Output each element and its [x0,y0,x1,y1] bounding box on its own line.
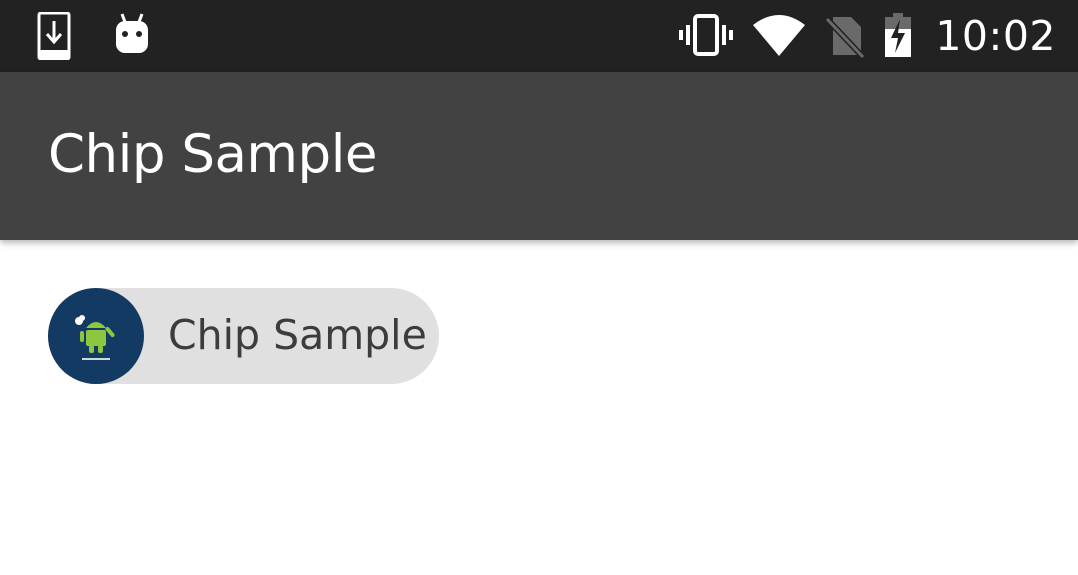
wifi-icon [751,13,807,59]
status-system: 10:02 [679,0,1056,72]
status-notifications [36,11,154,61]
page-title: Chip Sample [48,124,378,185]
chip-sample[interactable]: Chip Sample [48,288,439,384]
no-sim-icon [825,13,866,60]
android-logo-avatar-icon [48,288,144,384]
main-content: Chip Sample [0,240,1078,575]
status-clock: 10:02 [935,12,1056,60]
vibrate-icon [679,13,734,59]
download-notification-icon [36,11,78,61]
status-bar: 10:02 [0,0,1078,72]
chip-label: Chip Sample [168,311,427,359]
battery-charging-icon [883,13,913,59]
app-toolbar: Chip Sample [0,72,1078,240]
android-debug-icon [112,12,154,58]
